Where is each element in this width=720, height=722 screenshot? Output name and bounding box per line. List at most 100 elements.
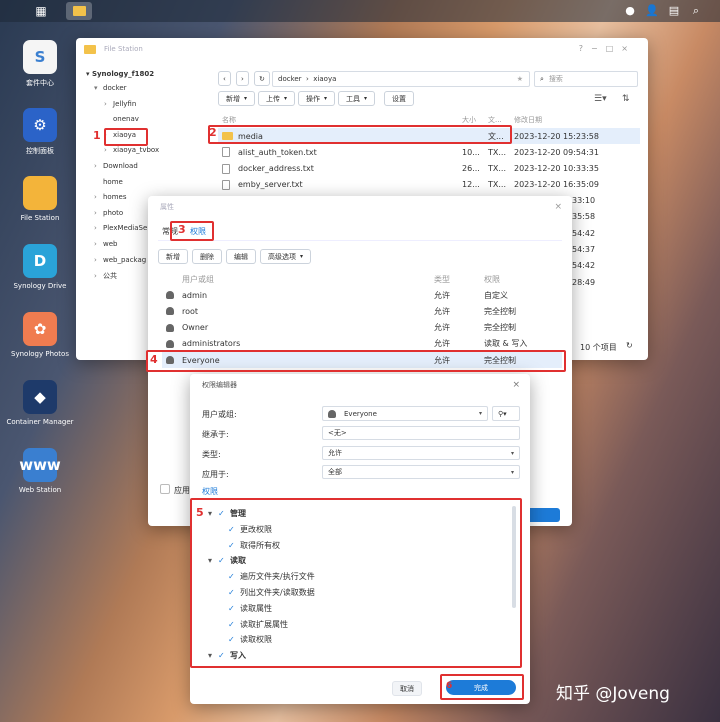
toolbar-button[interactable]: 新增 ▾: [218, 91, 256, 106]
tree-item[interactable]: ▾ docker: [94, 84, 127, 92]
users-icon: [328, 409, 336, 418]
back-button[interactable]: ‹: [218, 71, 231, 86]
photos-icon: ✿: [23, 312, 57, 346]
tree-item[interactable]: › web: [94, 240, 117, 248]
permission-row[interactable]: Owner 允许 完全控制: [162, 320, 562, 336]
item-count: 10 个项目: [580, 343, 617, 352]
tree-item[interactable]: home: [94, 178, 123, 186]
desktop-icon[interactable]: www Web Station: [2, 448, 78, 494]
file-icon: [222, 179, 230, 190]
close-icon[interactable]: ×: [512, 380, 520, 390]
desktop-icon-label: Web Station: [18, 486, 62, 494]
tree-item[interactable]: › web_packag: [94, 256, 146, 264]
file-station-taskbar-icon[interactable]: [66, 2, 92, 20]
user-icon: [166, 307, 174, 316]
tree-item[interactable]: › Download: [94, 162, 138, 170]
desktop-icon-label: 套件中心: [26, 79, 54, 87]
filter-button[interactable]: ⚲▾: [492, 406, 520, 421]
permission-row[interactable]: root 允许 完全控制: [162, 303, 562, 319]
notification-icon[interactable]: ●: [622, 3, 638, 19]
user-icon: [166, 323, 174, 332]
file-row[interactable]: alist_auth_token.txt 10... TX... 2023-12-20…: [218, 144, 640, 160]
file-station-titlebar: File Station ?−□×: [76, 38, 648, 60]
search-icon[interactable]: ⌕: [688, 3, 704, 19]
forward-button[interactable]: ›: [236, 71, 249, 86]
main-menu-icon[interactable]: ▦: [28, 2, 54, 20]
toolbar-button[interactable]: 设置: [384, 91, 414, 106]
favorite-icon[interactable]: ★: [517, 75, 523, 83]
properties-toolbar-button[interactable]: 编辑: [226, 249, 256, 264]
properties-toolbar-button[interactable]: 新增: [158, 249, 188, 264]
user-select[interactable]: Everyone ▾: [322, 406, 488, 421]
type-select[interactable]: 允许 ▾: [322, 446, 520, 460]
permission-row[interactable]: admin 允许 自定义: [162, 287, 562, 303]
control-panel-icon: ⚙: [23, 108, 57, 142]
editor-titlebar: 权限编辑器 ×: [202, 380, 520, 390]
refresh-icon[interactable]: ↻: [626, 341, 633, 350]
web-icon: www: [19, 448, 61, 482]
modified-time-fragment: 28:49: [572, 277, 596, 287]
tree-item[interactable]: › homes: [94, 193, 127, 201]
desktop-icon[interactable]: ⚙ 控制面板: [2, 108, 78, 156]
type-label: 类型:: [202, 450, 221, 459]
file-icon: [222, 147, 230, 158]
widgets-icon[interactable]: ▤: [666, 3, 682, 19]
annotation-box-4: [146, 350, 566, 372]
folder-icon: [84, 44, 96, 54]
window-controls[interactable]: ?−□×: [579, 44, 636, 53]
taskbar: ▦ ● 👤 ▤ ⌕: [0, 0, 720, 22]
tree-item[interactable]: › PlexMediaSe: [94, 224, 147, 232]
annotation-label-3: 3: [178, 223, 186, 236]
package-center-icon: S: [23, 40, 57, 74]
container-icon: ◆: [23, 380, 57, 414]
apply-to-select[interactable]: 全部 ▾: [322, 465, 520, 479]
tree-root[interactable]: ▾ Synology_f1802: [86, 70, 154, 78]
toolbar-button[interactable]: 工具 ▾: [338, 91, 376, 106]
inherit-label: 继承于:: [202, 430, 229, 439]
annotation-label-4: 4: [150, 353, 158, 366]
user-label: 用户或组:: [202, 410, 237, 419]
permissions-section-title: 权限: [202, 487, 218, 496]
properties-toolbar-button[interactable]: 删除: [192, 249, 222, 264]
properties-toolbar-button[interactable]: 高级选项 ▾: [260, 249, 312, 264]
modified-time-fragment: 33:10: [572, 196, 596, 205]
search-input[interactable]: ⌕ 搜索: [534, 71, 638, 87]
modified-time-fragment: 35:58: [572, 212, 596, 222]
desktop-icon[interactable]: File Station: [2, 176, 78, 222]
inherit-field: <无>: [322, 426, 520, 440]
annotation-box-6: [440, 674, 524, 700]
close-icon[interactable]: ×: [554, 202, 562, 212]
modified-time-fragment: 54:42: [572, 261, 596, 271]
path-bar[interactable]: docker › xiaoya ★: [272, 71, 530, 87]
desktop-icon[interactable]: ◆ Container Manager: [2, 380, 78, 426]
file-row[interactable]: emby_server.txt 12... TX... 2023-12-20 16:3…: [218, 177, 640, 193]
desktop-icon[interactable]: S 套件中心: [2, 40, 78, 88]
annotation-box-3: [170, 221, 214, 241]
tree-item[interactable]: › 公共: [94, 271, 117, 281]
apply-checkbox[interactable]: [160, 484, 170, 494]
tree-item[interactable]: onenav: [104, 115, 139, 123]
user-icon[interactable]: 👤: [644, 3, 660, 19]
cancel-button[interactable]: 取消: [392, 681, 422, 696]
toolbar-button[interactable]: 上传 ▾: [258, 91, 296, 106]
toolbar-button[interactable]: 操作 ▾: [298, 91, 336, 106]
tree-item[interactable]: › xiaoya_tvbox: [104, 146, 159, 154]
annotation-label-5: 5: [196, 506, 204, 519]
permission-table-header: 用户或组 类型 权限: [182, 274, 500, 284]
sort-icon[interactable]: ⇅: [622, 94, 630, 104]
desktop-icon[interactable]: ✿ Synology Photos: [2, 312, 78, 358]
file-icon: [222, 163, 230, 174]
desktop-icon-label: Container Manager: [6, 418, 74, 426]
desktop-icon-label: File Station: [20, 214, 60, 222]
window-title: File Station: [104, 45, 143, 53]
refresh-button[interactable]: ↻: [254, 71, 270, 86]
view-list-icon[interactable]: ☰▾: [594, 94, 607, 104]
file-row[interactable]: docker_address.txt 26... TX... 2023-12-20 1…: [218, 161, 640, 177]
desktop-icon[interactable]: D Synology Drive: [2, 244, 78, 290]
annotation-label-1: 1: [93, 129, 101, 142]
tree-item[interactable]: › Jellyfin: [104, 100, 136, 108]
search-icon: ⌕: [540, 74, 544, 83]
apply-to-label: 应用于:: [202, 470, 229, 479]
tree-item[interactable]: › photo: [94, 209, 123, 217]
desktop-icon-label: Synology Drive: [13, 282, 67, 290]
